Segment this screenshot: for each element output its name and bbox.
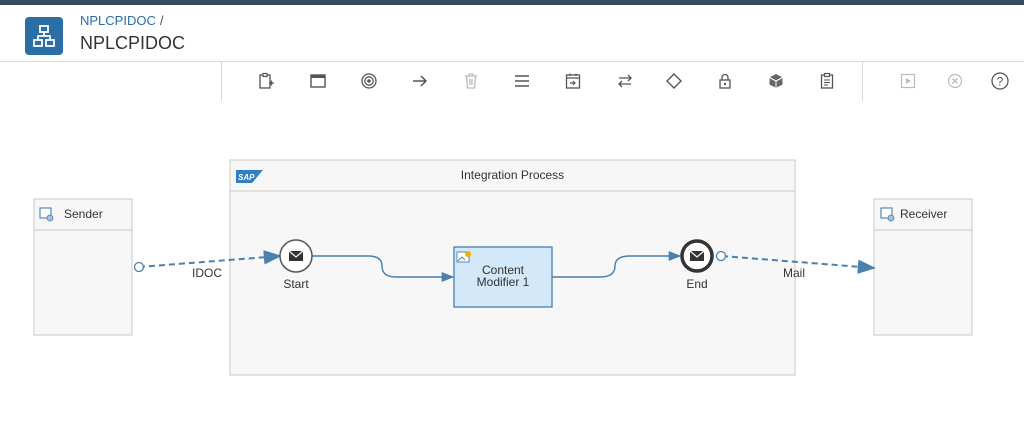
clipboard-icon[interactable] <box>815 70 839 92</box>
toolbar: ? <box>0 61 1024 102</box>
content-modifier-label-line2: Modifier 1 <box>476 275 530 289</box>
exchange-icon[interactable] <box>613 70 637 92</box>
window-icon[interactable] <box>306 70 330 92</box>
content-modifier-icon <box>456 251 471 263</box>
end-label: End <box>686 277 708 291</box>
gateway-icon[interactable] <box>662 70 686 92</box>
breadcrumb-link[interactable]: NPLCPIDOC <box>80 13 156 28</box>
breadcrumb: NPLCPIDOC / <box>80 13 163 28</box>
hierarchy-icon <box>25 17 63 55</box>
lock-icon[interactable] <box>713 70 737 92</box>
svg-text:?: ? <box>997 75 1004 89</box>
toolbar-divider <box>221 62 222 101</box>
diagram-canvas: SAP Integration Process Sender Receiver … <box>0 101 1024 424</box>
start-label: Start <box>283 277 309 291</box>
calendar-icon[interactable] <box>561 70 585 92</box>
receiver-adapter-label: Mail <box>783 266 806 280</box>
sender-label: Sender <box>64 207 103 221</box>
content-modifier-label: Content Modifier 1 <box>454 264 552 288</box>
target-icon[interactable] <box>357 70 381 92</box>
page-title: NPLCPIDOC <box>80 33 186 53</box>
header: NPLCPIDOC / NPLCPIDOC <box>0 5 1024 61</box>
breadcrumb-separator: / <box>159 13 164 28</box>
envelope-icon <box>689 250 705 261</box>
cancel-icon[interactable] <box>943 70 967 92</box>
process-title: Integration Process <box>460 168 565 182</box>
clipboard-add-icon[interactable] <box>254 70 278 92</box>
toolbar-divider <box>862 62 863 101</box>
arrow-right-icon[interactable] <box>408 70 432 92</box>
receiver-label: Receiver <box>900 207 948 221</box>
sender-adapter-label: IDOC <box>192 266 222 280</box>
help-icon[interactable]: ? <box>988 70 1012 92</box>
run-icon[interactable] <box>896 70 920 92</box>
delete-icon[interactable] <box>459 70 483 92</box>
menu-icon[interactable] <box>510 70 534 92</box>
cube-icon[interactable] <box>764 70 788 92</box>
envelope-icon <box>288 250 304 261</box>
